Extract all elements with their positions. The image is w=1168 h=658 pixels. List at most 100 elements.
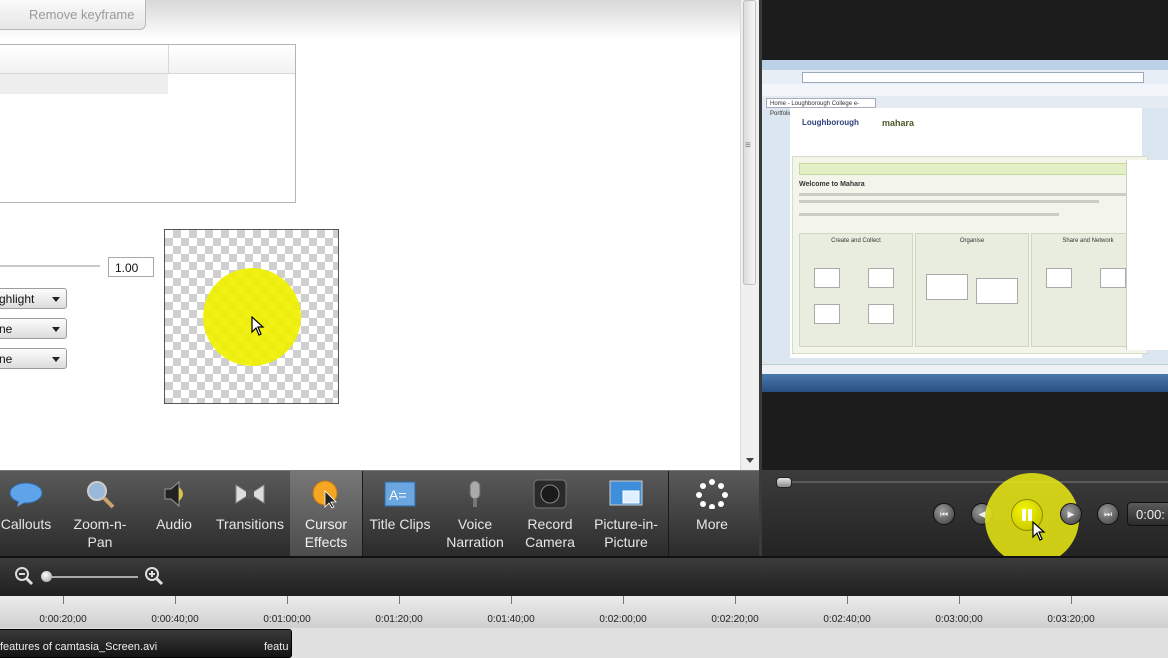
record-camera-button[interactable]: Record Camera [516, 471, 584, 557]
notice-bar [799, 163, 1141, 175]
browser-tab: Home - Loughborough College e-Portfolio [766, 98, 876, 117]
skip-forward-icon: ⏭ [1103, 509, 1113, 519]
callouts-button[interactable]: Callouts [0, 471, 58, 557]
zoom-n-pan-button[interactable]: Zoom-n-Pan [62, 471, 138, 557]
scroll-down-icon[interactable] [746, 458, 754, 463]
text-line [799, 213, 1059, 216]
picture-in-picture-button[interactable]: Picture-in-Picture [588, 471, 664, 557]
playhead-knob[interactable] [776, 477, 792, 488]
cursor-effects-button[interactable]: Cursor Effects [290, 471, 362, 557]
grip-icon: ≡ [745, 140, 751, 151]
microphone-icon [469, 480, 481, 507]
skip-to-start-button[interactable]: ⏮ [933, 503, 955, 525]
browser-titlebar [762, 60, 1168, 70]
more-button[interactable]: More [678, 471, 746, 557]
ruler-tick [63, 596, 64, 604]
keyframe-row[interactable] [0, 74, 168, 94]
transitions-button[interactable]: Transitions [210, 471, 290, 557]
left-click-effect-dropdown[interactable]: ne [0, 318, 67, 339]
column-title: Create and Collect [831, 238, 881, 244]
title-clips-label: Title Clips [369, 516, 431, 532]
callout-icon [9, 482, 43, 507]
zoom-icon [87, 481, 115, 509]
ruler-label: 0:01:00;00 [263, 614, 311, 625]
task-toolbar: Callouts Zoom-n-Pan Audio Transitions Cu… [0, 470, 759, 557]
clip-name-label-2: featu [264, 641, 289, 653]
more-label: More [696, 516, 728, 532]
callouts-label: Callouts [0, 516, 52, 532]
clip-name-label: features of camtasia_Screen.avi [0, 641, 158, 653]
voice-narration-button[interactable]: Voice Narration [440, 471, 510, 557]
voice-narration-label: Voice Narration [446, 516, 504, 550]
site-logo: Loughborough [802, 118, 859, 127]
zoom-n-pan-label: Zoom-n-Pan [73, 516, 127, 550]
remove-keyframe-button[interactable]: Remove keyframe [0, 0, 146, 30]
ruler-tick [847, 596, 848, 604]
cursor-arrow-icon [251, 316, 265, 336]
toolbar-separator [668, 471, 669, 557]
mouse-cursor-icon [1032, 521, 1046, 541]
chevron-down-icon [52, 327, 60, 332]
camera-icon [533, 479, 567, 509]
ruler-tick [287, 596, 288, 604]
transitions-icon [235, 484, 265, 504]
browser-tabs: Home - Loughborough College e-Portfolio [762, 96, 1168, 117]
picture-in-picture-label: Picture-in-Picture [594, 516, 658, 550]
picture-in-picture-icon [609, 480, 643, 506]
ruler-label: 0:01:20;00 [375, 614, 423, 625]
ruler-tick [511, 596, 512, 604]
recorded-screen-preview: Home - Loughborough College e-Portfolio … [762, 60, 1168, 392]
highlight-effect-dropdown[interactable]: ghlight [0, 288, 67, 309]
ruler-label: 0:00:20;00 [39, 614, 87, 625]
url-field [802, 72, 1144, 83]
cursor-effects-label: Cursor Effects [304, 516, 348, 550]
feature-column: Organise [915, 233, 1029, 347]
ruler-tick [399, 596, 400, 604]
playback-scrub-bar[interactable] [784, 481, 1168, 483]
zoom-in-icon[interactable] [144, 566, 164, 586]
ruler-label: 0:02:20;00 [711, 614, 759, 625]
right-click-effect-dropdown[interactable]: ne [0, 348, 67, 369]
toolbar-separator [362, 471, 363, 557]
ruler-tick [175, 596, 176, 604]
welcome-heading: Welcome to Mahara [799, 181, 865, 188]
timeline-toolbar [0, 556, 1168, 596]
pause-icon [1022, 509, 1026, 521]
opacity-value-field[interactable]: 1.00 [108, 257, 154, 277]
opacity-slider[interactable] [0, 265, 100, 267]
feature-icon [814, 304, 840, 324]
time-display: 0:00: [1127, 502, 1168, 526]
feature-icon [814, 268, 840, 288]
title-clips-button[interactable]: A= Title Clips [368, 471, 432, 557]
ruler-label: 0:03:20;00 [1047, 614, 1095, 625]
page-content: Welcome to Mahara Create and Collect Org… [792, 156, 1148, 354]
chevron-down-icon [52, 297, 60, 302]
feature-icon [926, 274, 968, 300]
keyframe-list[interactable] [0, 44, 296, 203]
ruler-tick [959, 596, 960, 604]
cursor-effects-icon [312, 480, 338, 509]
feature-icon [1046, 268, 1072, 288]
ruler-label: 0:02:00;00 [599, 614, 647, 625]
ruler-tick [735, 596, 736, 604]
feature-icon [1100, 268, 1126, 288]
dropdown-value: ne [0, 352, 13, 366]
audio-button[interactable]: Audio [142, 471, 206, 557]
timeline-zoom-slider[interactable] [44, 576, 138, 578]
skip-to-end-button[interactable]: ⏭ [1097, 503, 1119, 525]
fast-forward-button[interactable]: ▶ [1060, 503, 1082, 525]
fast-forward-icon: ▶ [1067, 509, 1075, 519]
keyframe-list-header [0, 45, 295, 74]
page-sidebar [1126, 160, 1168, 350]
skip-back-icon: ⏮ [939, 509, 949, 519]
feature-icon [976, 278, 1018, 304]
speaker-icon [164, 480, 183, 508]
column-separator [168, 45, 169, 73]
title-clips-icon: A= [384, 481, 416, 507]
zoom-out-icon[interactable] [14, 566, 34, 586]
text-line [799, 200, 1099, 203]
feature-icon [868, 268, 894, 288]
zoom-slider-knob[interactable] [41, 571, 52, 582]
properties-scrollbar[interactable]: ≡ [740, 0, 759, 470]
more-icon [696, 479, 728, 509]
